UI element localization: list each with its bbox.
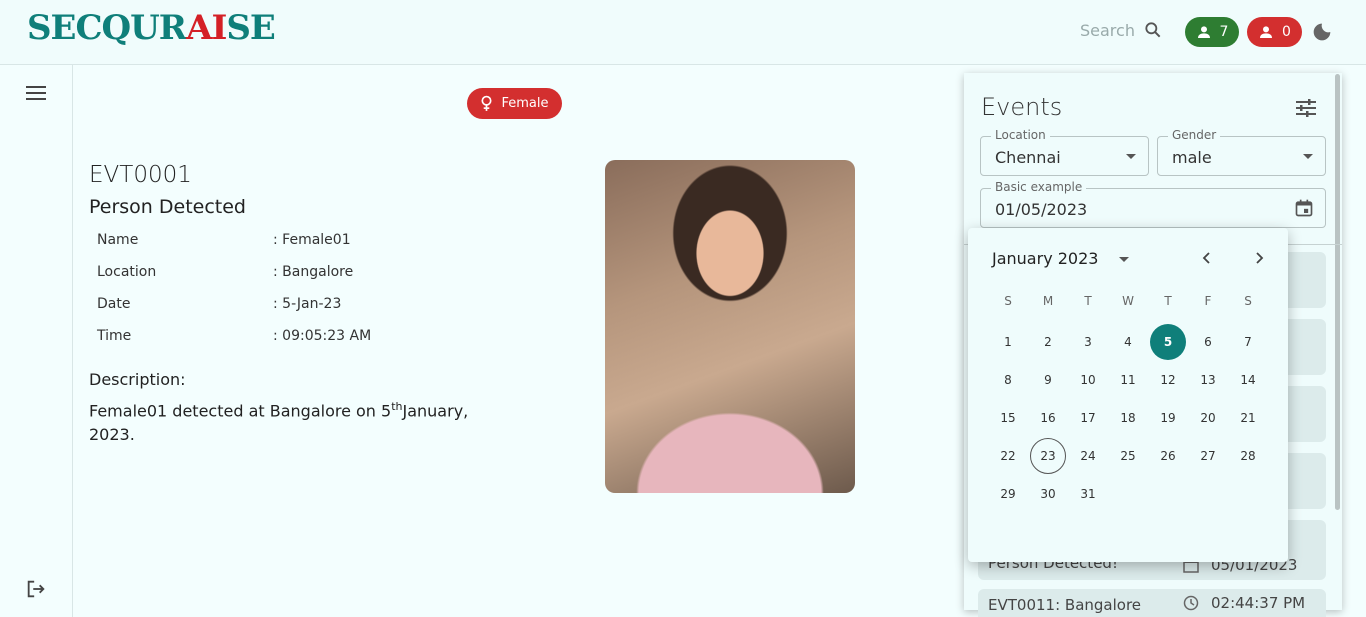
chevron-down-icon: [1303, 154, 1313, 159]
description-main: Female01 detected at Bangalore on 5: [89, 401, 392, 421]
calendar-day[interactable]: 10: [1070, 362, 1106, 398]
weekday-label: S: [1004, 294, 1012, 308]
calendar-day[interactable]: 22: [990, 438, 1026, 474]
gender-select[interactable]: Gender male: [1157, 128, 1326, 176]
weekday-label: F: [1204, 294, 1212, 308]
field-value-name: : Female01: [273, 232, 351, 248]
calendar-day[interactable]: 18: [1110, 400, 1146, 436]
calendar-day[interactable]: 3: [1070, 324, 1106, 360]
calendar-day[interactable]: 23: [1030, 438, 1066, 474]
gender-chip-label: Female: [501, 96, 549, 111]
calendar-day[interactable]: 16: [1030, 400, 1066, 436]
search-icon[interactable]: [1143, 20, 1163, 40]
person-icon: [1197, 26, 1210, 38]
weekday-label: M: [1042, 294, 1054, 308]
search-label: Search: [1080, 20, 1135, 40]
previous-month-icon[interactable]: [1199, 250, 1215, 266]
events-title: Events: [981, 93, 1063, 121]
field-label-name: Name: [97, 232, 139, 248]
female-count-badge[interactable]: 0: [1247, 17, 1302, 47]
dark-mode-icon[interactable]: [1312, 22, 1332, 42]
chevron-down-icon: [1126, 154, 1136, 159]
field-value-location: : Bangalore: [273, 264, 354, 280]
calendar-day[interactable]: 21: [1230, 400, 1266, 436]
app-logo[interactable]: SECQURAISE: [27, 8, 276, 48]
year-dropdown-icon[interactable]: [1119, 257, 1129, 262]
sidebar: [0, 65, 73, 617]
calendar-day[interactable]: 15: [990, 400, 1026, 436]
date-field-value: 01/05/2023: [995, 200, 1088, 219]
description-text: Female01 detected at Bangalore on 5thJan…: [89, 395, 489, 447]
calendar-day[interactable]: 4: [1110, 324, 1146, 360]
calendar-day[interactable]: 8: [990, 362, 1026, 398]
gender-select-value: male: [1172, 148, 1212, 167]
top-bar: SECQURAISE Search 7 0: [0, 0, 1366, 65]
weekday-label: T: [1164, 294, 1172, 308]
logout-icon[interactable]: [25, 578, 47, 600]
male-count: 7: [1219, 24, 1229, 40]
person-photo: [605, 160, 855, 493]
calendar-day[interactable]: 24: [1070, 438, 1106, 474]
field-value-date: : 5-Jan-23: [273, 296, 342, 312]
calendar-day[interactable]: 9: [1030, 362, 1066, 398]
calendar-day[interactable]: 6: [1190, 324, 1226, 360]
calendar-day[interactable]: 11: [1110, 362, 1146, 398]
calendar-day[interactable]: 20: [1190, 400, 1226, 436]
location-select-label: Location: [991, 128, 1050, 142]
calendar-day[interactable]: 5: [1150, 324, 1186, 360]
date-picker-popup: January 2023 SMTWTFS 1 2 3 4 5 6 7 8 9 10 11 12 13 14…: [968, 228, 1288, 562]
calendar-day[interactable]: 27: [1190, 438, 1226, 474]
description-label: Description:: [89, 370, 186, 389]
calendar-day[interactable]: 2: [1030, 324, 1066, 360]
calendar-day[interactable]: 13: [1190, 362, 1226, 398]
date-field-label: Basic example: [991, 180, 1087, 194]
calendar-day[interactable]: 12: [1150, 362, 1186, 398]
calendar-month-label[interactable]: January 2023: [992, 249, 1098, 268]
event-title: Person Detected: [89, 196, 246, 218]
event-card-time: 02:44:37 PM: [1211, 594, 1306, 612]
date-field[interactable]: Basic example 01/05/2023: [980, 180, 1326, 228]
filter-settings-icon[interactable]: [1296, 99, 1316, 117]
calendar-day[interactable]: 7: [1230, 324, 1266, 360]
female-count: 0: [1282, 24, 1291, 40]
field-label-location: Location: [97, 264, 157, 280]
field-label-date: Date: [97, 296, 131, 312]
calendar-day[interactable]: 26: [1150, 438, 1186, 474]
gender-chip: Female: [467, 88, 562, 119]
calendar-day[interactable]: 25: [1110, 438, 1146, 474]
calendar-day[interactable]: 14: [1230, 362, 1266, 398]
search-control[interactable]: Search: [1080, 20, 1163, 40]
logo-text-secqur: SECQUR: [27, 8, 187, 48]
calendar-day[interactable]: 17: [1070, 400, 1106, 436]
field-label-time: Time: [97, 328, 132, 344]
calendar-day[interactable]: 28: [1230, 438, 1266, 474]
description-ordinal: th: [391, 400, 403, 413]
calendar-day[interactable]: 30: [1030, 476, 1066, 512]
menu-icon[interactable]: [26, 85, 46, 101]
weekday-label: W: [1122, 294, 1134, 308]
calendar-day[interactable]: 29: [990, 476, 1026, 512]
female-symbol-icon: [481, 95, 492, 111]
person-icon: [1260, 26, 1273, 38]
event-card-title: EVT0011: Bangalore: [988, 596, 1142, 614]
weekday-label: T: [1084, 294, 1092, 308]
event-card[interactable]: EVT0011: Bangalore 02:44:37 PM: [978, 589, 1326, 617]
field-value-time: : 09:05:23 AM: [273, 328, 372, 344]
location-select-value: Chennai: [995, 148, 1061, 167]
calendar-day[interactable]: 31: [1070, 476, 1106, 512]
events-scrollbar[interactable]: [1335, 74, 1340, 510]
calendar-icon[interactable]: [1294, 198, 1314, 218]
location-select[interactable]: Location Chennai: [980, 128, 1149, 176]
weekday-label: S: [1244, 294, 1252, 308]
clock-icon: [1183, 595, 1199, 611]
event-id: EVT0001: [89, 162, 192, 188]
calendar-day[interactable]: 1: [990, 324, 1026, 360]
logo-text-se: SE: [226, 8, 275, 48]
gender-select-label: Gender: [1168, 128, 1221, 142]
logo-text-ai: AI: [186, 8, 227, 48]
male-count-badge[interactable]: 7: [1185, 17, 1239, 47]
calendar-day[interactable]: 19: [1150, 400, 1186, 436]
next-month-icon[interactable]: [1251, 250, 1267, 266]
